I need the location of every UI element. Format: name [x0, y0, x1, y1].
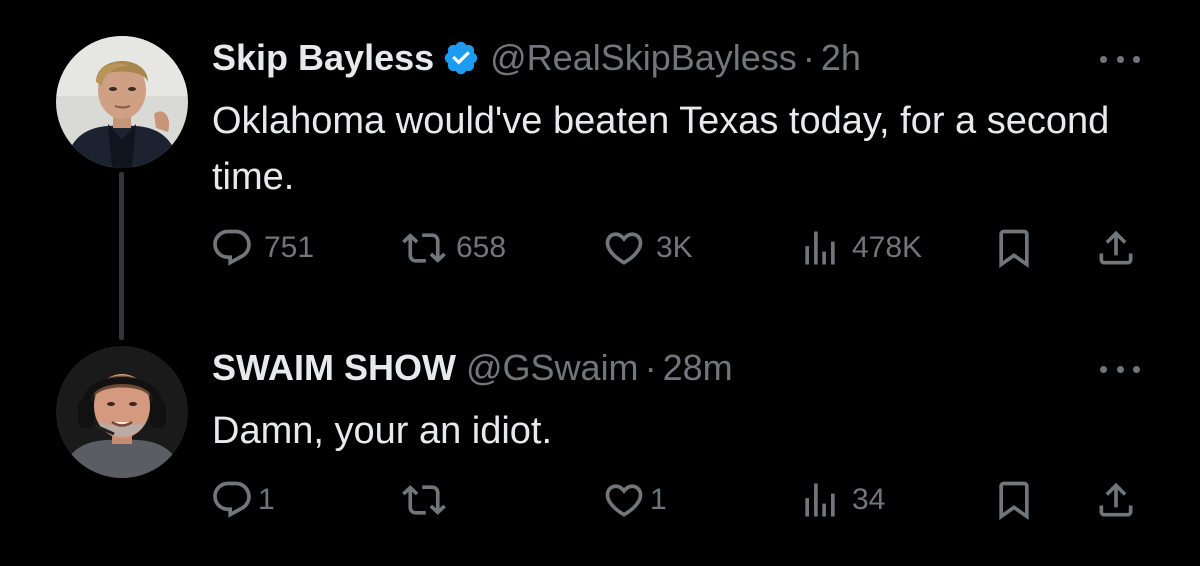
reply-icon	[213, 229, 251, 266]
action-bar: 1 1 34	[210, 476, 1150, 524]
like-icon	[605, 232, 643, 265]
tweet-header: Skip Bayless @RealSkipBayless · 2h	[212, 37, 1140, 79]
avatar[interactable]	[56, 36, 188, 168]
reply-count: 1	[258, 483, 275, 516]
tweet-text: Oklahoma would've beaten Texas today, fo…	[212, 100, 1110, 198]
more-icon[interactable]	[1100, 363, 1140, 375]
retweet-button[interactable]	[402, 476, 456, 524]
bookmark-button[interactable]	[992, 224, 1036, 272]
views-count: 34	[852, 483, 886, 516]
more-icon[interactable]	[1100, 53, 1140, 65]
avatar[interactable]	[56, 346, 188, 478]
handle[interactable]: @RealSkipBayless	[490, 37, 797, 79]
retweet-count: 658	[456, 231, 507, 264]
tweet[interactable]: SWAIM SHOW @GSwaim · 28m Damn, your an i…	[0, 330, 1200, 566]
retweet-icon	[402, 485, 446, 515]
tweet[interactable]: Skip Bayless @RealSkipBayless · 2h Oklah…	[0, 0, 1200, 340]
views-count: 478K	[852, 231, 923, 264]
like-button[interactable]: 3K	[602, 224, 693, 272]
bookmark-icon	[999, 229, 1029, 269]
tweet-text: Damn, your an idiot.	[212, 410, 553, 452]
bookmark-icon	[999, 481, 1029, 521]
like-icon	[605, 484, 643, 517]
like-button[interactable]: 1	[602, 476, 667, 524]
like-count: 1	[650, 483, 667, 516]
separator: ·	[802, 37, 815, 78]
share-button[interactable]	[1094, 224, 1138, 272]
views-button[interactable]: 34	[798, 476, 885, 524]
share-icon	[1099, 482, 1133, 517]
retweet-button[interactable]: 658	[402, 224, 506, 272]
action-bar: 751 658 3K 478K	[210, 224, 1150, 272]
display-name[interactable]: Skip Bayless	[212, 37, 434, 79]
thread-line	[119, 172, 124, 340]
views-icon	[805, 231, 835, 265]
timestamp[interactable]: 28m	[663, 347, 733, 389]
verified-badge-icon	[442, 39, 480, 77]
reply-icon	[213, 481, 251, 518]
tweet-header: SWAIM SHOW @GSwaim · 28m	[212, 347, 1140, 389]
retweet-icon	[402, 233, 446, 263]
like-count: 3K	[656, 231, 693, 264]
views-button[interactable]: 478K	[798, 224, 922, 272]
reply-count: 751	[264, 231, 315, 264]
reply-button[interactable]: 1	[210, 476, 275, 524]
views-icon	[805, 483, 835, 517]
bookmark-button[interactable]	[992, 476, 1036, 524]
separator: ·	[644, 347, 657, 388]
reply-button[interactable]: 751	[210, 224, 314, 272]
display-name[interactable]: SWAIM SHOW	[212, 347, 456, 389]
share-button[interactable]	[1094, 476, 1138, 524]
share-icon	[1099, 230, 1133, 265]
handle[interactable]: @GSwaim	[466, 347, 639, 389]
timestamp[interactable]: 2h	[821, 37, 861, 79]
